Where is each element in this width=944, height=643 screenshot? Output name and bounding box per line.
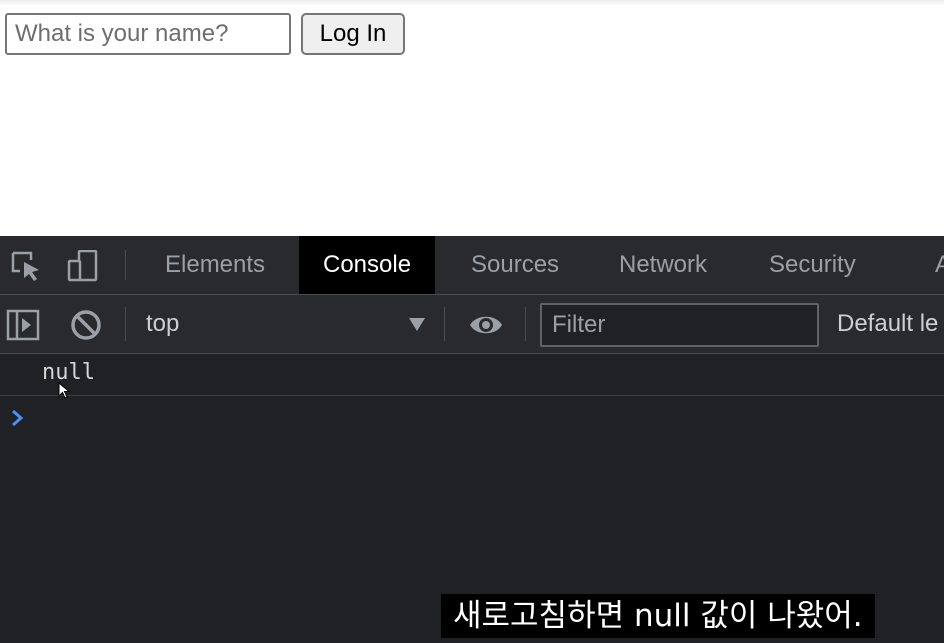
- tab-security[interactable]: Security: [745, 236, 880, 294]
- devtools-tab-bar: Elements Console Sources Network Securit…: [0, 236, 944, 295]
- context-selector[interactable]: top: [146, 295, 179, 353]
- console-message: null: [0, 354, 944, 396]
- show-sidebar-icon[interactable]: [6, 308, 40, 342]
- tab-console[interactable]: Console: [299, 236, 436, 294]
- tab-overflow[interactable]: A: [911, 236, 944, 294]
- tab-elements[interactable]: Elements: [141, 236, 289, 294]
- console-prompt-icon[interactable]: [10, 408, 26, 428]
- tab-sources[interactable]: Sources: [447, 236, 583, 294]
- dropdown-arrow-icon[interactable]: [407, 314, 427, 334]
- mouse-pointer-icon: [58, 382, 71, 399]
- page-top-edge: [0, 0, 944, 6]
- filter-placeholder: Filter: [552, 311, 606, 338]
- login-button[interactable]: Log In: [301, 13, 405, 55]
- console-toolbar: top Filter Default le: [0, 295, 944, 354]
- clear-console-icon[interactable]: [69, 308, 103, 342]
- filter-input[interactable]: Filter: [540, 303, 819, 347]
- web-page: Log In: [0, 0, 944, 236]
- tab-bar-divider: [125, 250, 126, 280]
- toolbar-divider: [125, 307, 126, 341]
- live-expression-eye-icon[interactable]: [468, 308, 504, 342]
- toolbar-divider: [525, 307, 526, 341]
- video-subtitle: 새로고침하면 null 값이 나왔어.: [441, 594, 875, 638]
- name-input[interactable]: [5, 13, 291, 55]
- inspect-element-icon[interactable]: [10, 250, 42, 282]
- log-levels-dropdown[interactable]: Default le: [837, 295, 938, 353]
- devtools-panel: Elements Console Sources Network Securit…: [0, 236, 944, 643]
- toolbar-divider: [444, 307, 445, 341]
- device-toolbar-icon[interactable]: [67, 250, 99, 282]
- tab-network[interactable]: Network: [595, 236, 731, 294]
